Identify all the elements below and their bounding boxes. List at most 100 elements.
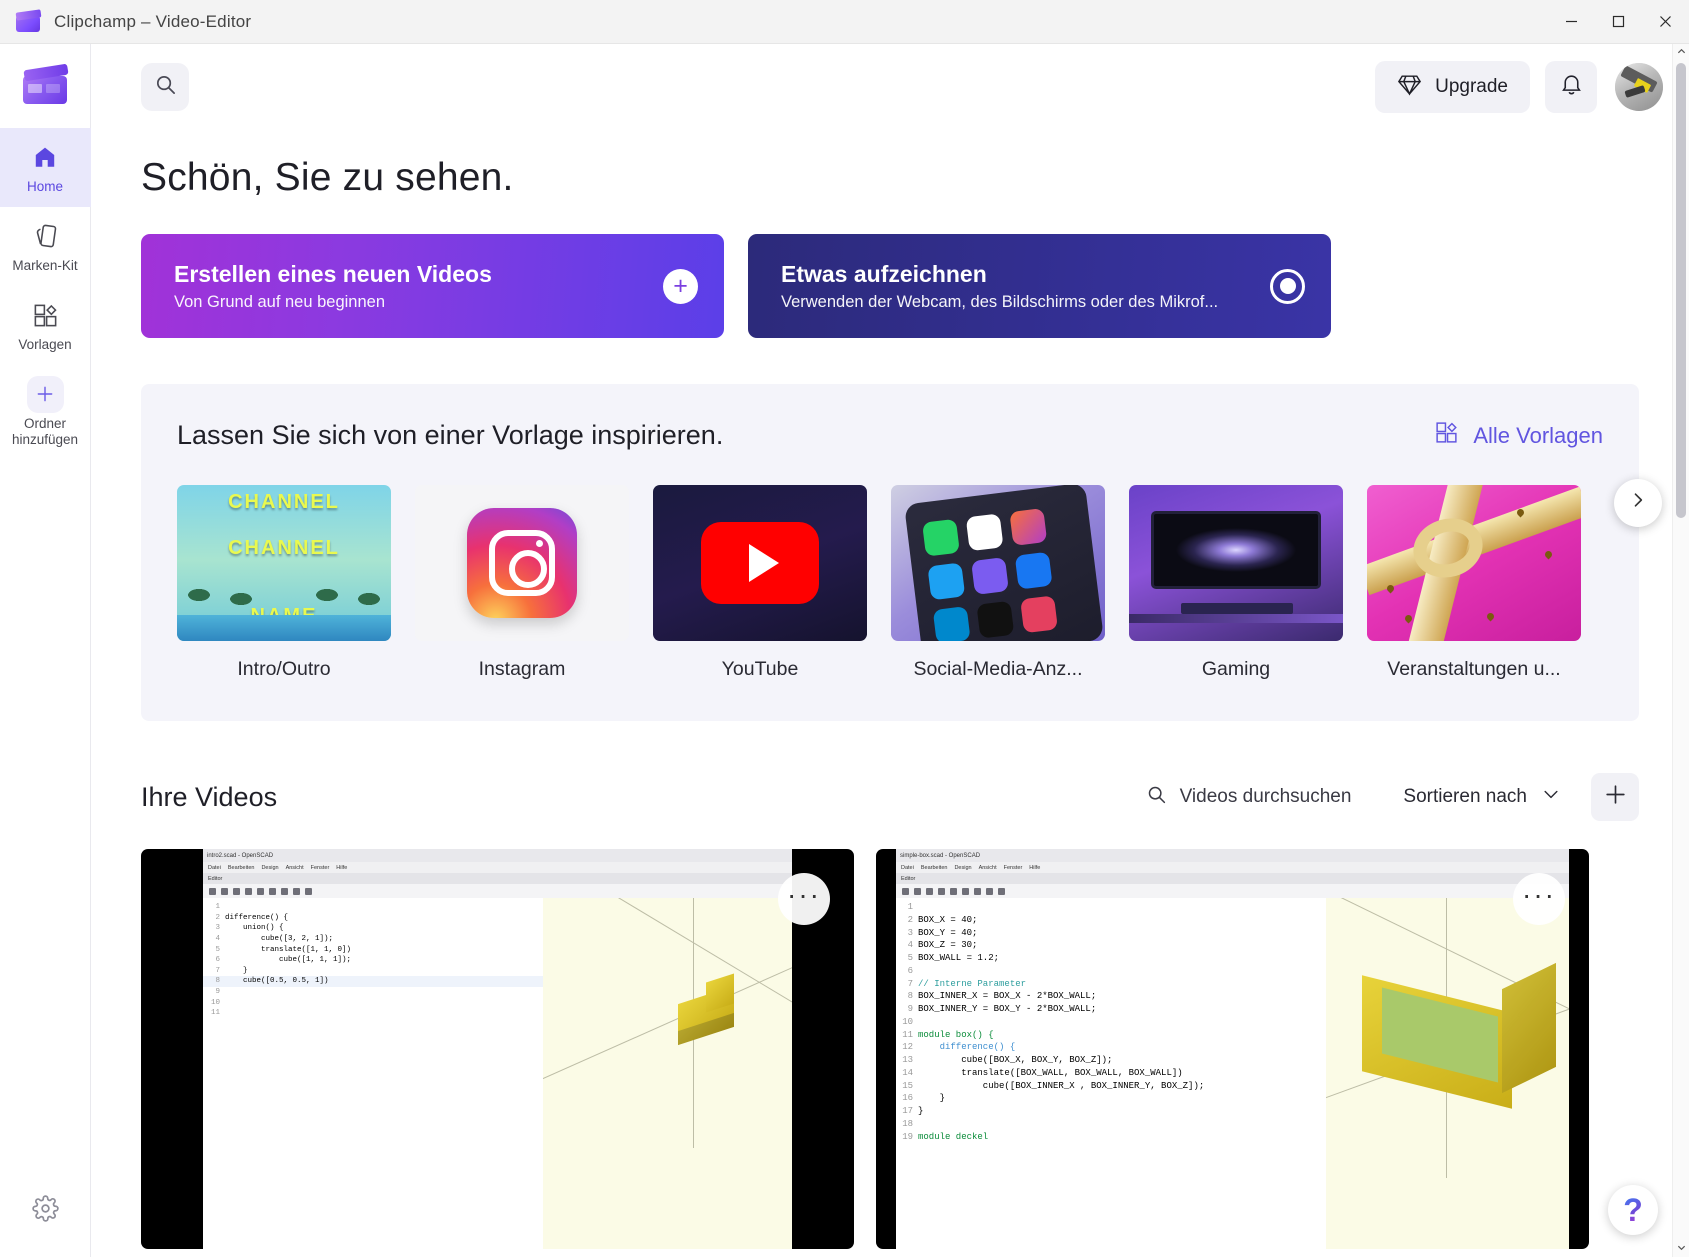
template-card-gaming[interactable]: Gaming [1129, 485, 1343, 681]
main-content: Upgrade Schön, Sie zu sehen. Erstellen e… [91, 44, 1689, 1257]
template-thumbnail [653, 485, 867, 641]
templates-icon [32, 300, 59, 330]
add-video-button[interactable] [1591, 773, 1639, 821]
menu-hilfe: Hilfe [336, 864, 348, 871]
preview-window-title: simple-box.scad - OpenSCAD [900, 852, 981, 859]
avatar[interactable] [1615, 63, 1663, 111]
notifications-button[interactable] [1545, 61, 1597, 113]
help-button[interactable]: ? [1608, 1185, 1658, 1235]
code-line: } [918, 1093, 946, 1104]
code-line: BOX_WALL = 1.2; [918, 953, 1000, 964]
template-card-youtube[interactable]: YouTube [653, 485, 867, 681]
line-number: 17 [902, 1106, 913, 1117]
home-icon [32, 142, 58, 172]
line-number: 15 [902, 1080, 913, 1091]
sort-by-dropdown[interactable]: Sortieren nach [1403, 784, 1561, 810]
templates-header: Lassen Sie sich von einer Vorlage inspir… [177, 420, 1603, 451]
line-number: 13 [902, 1055, 913, 1066]
code-line: translate([BOX_WALL, BOX_WALL, BOX_WALL]… [918, 1067, 1183, 1078]
video-card[interactable]: simple-box.scad - OpenSCAD Datei Bearbei… [876, 849, 1589, 1249]
template-thumbnail [891, 485, 1105, 641]
video-card[interactable]: intro2.scad - OpenSCAD Datei Bearbeiten … [141, 849, 854, 1249]
menu-bearbeiten: Bearbeiten [227, 864, 255, 871]
gear-icon [31, 1195, 59, 1227]
line-number: 8 [907, 991, 913, 1002]
chevron-right-icon [1628, 490, 1648, 515]
upgrade-label: Upgrade [1435, 76, 1508, 97]
search-button[interactable] [141, 63, 189, 111]
page-inner: Schön, Sie zu sehen. Erstellen eines neu… [91, 156, 1663, 1249]
create-card-title: Erstellen eines neuen Videos [174, 260, 492, 287]
preview-body: 1 2 BOX_X = 40; 3 BOX_Y = 40; 4 BOX_Z = 30;… [896, 898, 1569, 1249]
page-title: Schön, Sie zu sehen. [141, 156, 514, 199]
sidebar-item-marken-kit[interactable]: Marken-Kit [0, 207, 91, 286]
line-number: 19 [902, 1131, 913, 1142]
settings-button[interactable] [0, 1165, 91, 1257]
line-number: 3 [907, 927, 913, 938]
carousel-next-button[interactable] [1614, 478, 1662, 527]
template-card-social-media[interactable]: Social-Media-Anz... [891, 485, 1105, 681]
plus-circle-icon: + [663, 268, 698, 304]
template-label: Intro/Outro [237, 658, 331, 680]
action-cards: Erstellen eines neuen Videos Von Grund a… [141, 234, 1639, 338]
more-options-icon[interactable]: ··· [1513, 873, 1565, 925]
preview-3d-viewport [1326, 898, 1569, 1249]
template-card-veranstaltungen[interactable]: Veranstaltungen u... [1367, 485, 1581, 681]
menu-fenster: Fenster [1003, 864, 1023, 871]
preview-titlebar: intro2.scad - OpenSCAD [203, 849, 792, 862]
preview-3d-viewport [543, 898, 792, 1249]
code-line: cube([0.5, 0.5, 1]) [225, 977, 329, 986]
menu-bearbeiten: Bearbeiten [920, 864, 948, 871]
plus-icon [26, 375, 64, 413]
brand-kit-icon [32, 221, 59, 251]
upgrade-button[interactable]: Upgrade [1375, 61, 1530, 113]
code-line: BOX_Z = 30; [918, 940, 978, 951]
line-number: 18 [902, 1119, 913, 1130]
minimize-button[interactable] [1548, 0, 1595, 44]
code-line: cube([BOX_INNER_X , BOX_INNER_Y, BOX_Z])… [918, 1080, 1205, 1091]
code-line: cube([BOX_X, BOX_Y, BOX_Z]); [918, 1055, 1113, 1066]
line-number: 12 [902, 1042, 913, 1053]
preview-window-title: intro2.scad - OpenSCAD [207, 852, 274, 859]
scroll-up-button[interactable] [1673, 44, 1689, 61]
line-number: 6 [907, 965, 913, 976]
more-options-icon[interactable]: ··· [778, 873, 830, 925]
template-thumbnail [1129, 485, 1343, 641]
code-line: BOX_Y = 40; [918, 927, 978, 938]
sidebar-item-ordner-label: Ordner hinzufügen [11, 416, 79, 447]
menu-datei: Datei [208, 864, 221, 871]
templates-panel: Lassen Sie sich von einer Vorlage inspir… [141, 384, 1662, 721]
create-new-video-card[interactable]: Erstellen eines neuen Videos Von Grund a… [141, 234, 724, 338]
search-icon [154, 73, 177, 101]
all-templates-link[interactable]: Alle Vorlagen [1434, 420, 1603, 451]
code-line: } [918, 1106, 924, 1117]
sidebar-item-vorlagen[interactable]: Vorlagen [0, 286, 91, 365]
videos-search-input[interactable]: Videos durchsuchen [1146, 784, 1351, 811]
scroll-track[interactable] [1673, 61, 1689, 1240]
videos-heading: Ihre Videos [141, 781, 278, 812]
close-button[interactable] [1642, 0, 1689, 44]
sort-by-label: Sortieren nach [1403, 786, 1527, 807]
line-number: 9 [907, 1004, 913, 1015]
scroll-down-button[interactable] [1673, 1240, 1689, 1257]
record-circle-icon [1270, 268, 1305, 304]
maximize-button[interactable] [1595, 0, 1642, 44]
help-icon: ? [1623, 1192, 1643, 1228]
vertical-scrollbar[interactable] [1672, 44, 1689, 1257]
template-label: YouTube [721, 658, 799, 680]
line-number: 7 [907, 978, 913, 989]
template-card-intro-outro[interactable]: CHANNEL CHANNEL NAME Intro/Outro [177, 485, 391, 681]
clipchamp-logo-icon[interactable] [0, 44, 91, 128]
line-number: 2 [907, 914, 913, 925]
record-something-card[interactable]: Etwas aufzeichnen Verwenden der Webcam, … [748, 234, 1331, 338]
intro-text-1: CHANNEL [228, 491, 340, 513]
template-card-instagram[interactable]: Instagram [415, 485, 629, 681]
code-line: translate([1, 1, 0]) [225, 945, 352, 954]
sidebar-item-ordner-hinzufuegen[interactable]: Ordner hinzufügen [0, 365, 91, 460]
scroll-thumb[interactable] [1676, 63, 1686, 518]
templates-icon [1434, 420, 1459, 451]
window-titlebar: Clipchamp – Video-Editor [0, 0, 1689, 44]
sidebar-item-home[interactable]: Home [0, 128, 91, 207]
line-number: 10 [210, 998, 220, 1007]
line-number: 5 [215, 945, 220, 954]
